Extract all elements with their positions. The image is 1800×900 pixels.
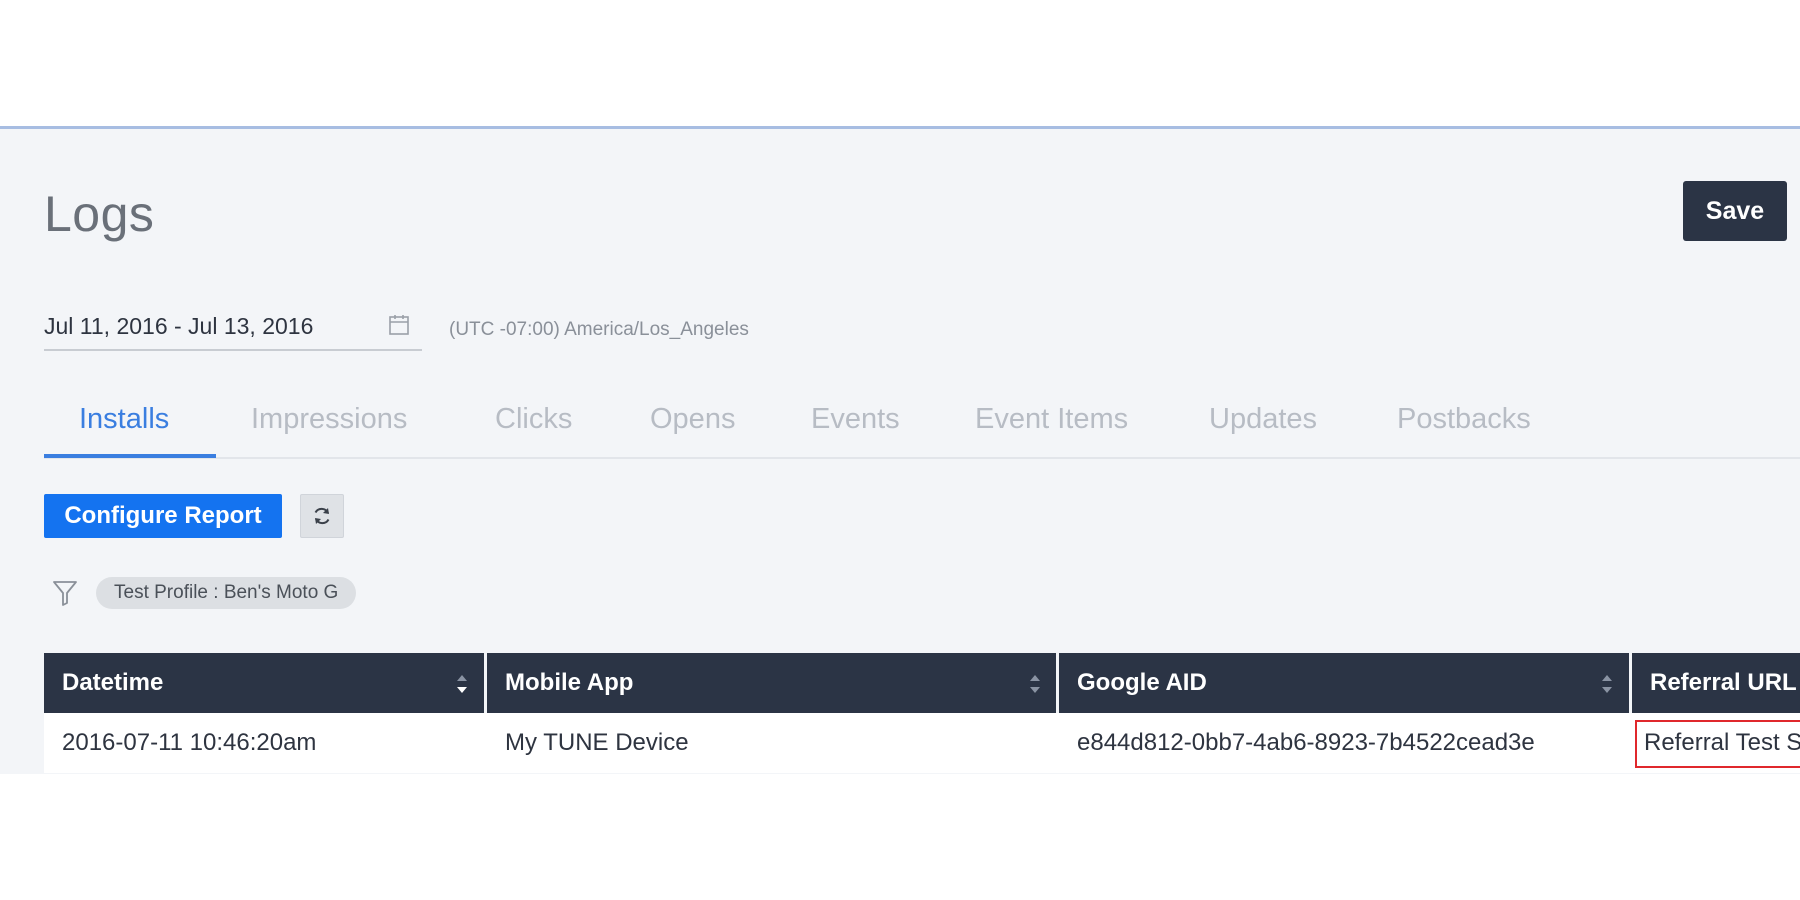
sort-icon	[1602, 675, 1612, 693]
table-header: Datetime Mobile App Google AID Referral …	[44, 653, 1800, 713]
column-header-datetime[interactable]: Datetime	[44, 653, 487, 713]
table-row[interactable]: 2016-07-11 10:46:20am My TUNE Device e84…	[44, 713, 1800, 773]
tab-postbacks[interactable]: Postbacks	[1397, 403, 1531, 436]
top-blank-area	[0, 0, 1800, 128]
column-label: Referral URL	[1650, 669, 1797, 696]
column-header-mobile-app[interactable]: Mobile App	[487, 653, 1059, 713]
date-range-picker[interactable]: Jul 11, 2016 - Jul 13, 2016	[44, 299, 422, 351]
column-label: Datetime	[62, 669, 164, 696]
column-header-referral-url[interactable]: Referral URL	[1632, 653, 1800, 713]
tab-bar: Installs Impressions Clicks Opens Events…	[44, 387, 1800, 459]
sort-icon	[1030, 675, 1040, 693]
timezone-label: (UTC -07:00) America/Los_Angeles	[449, 319, 749, 340]
date-range-text: Jul 11, 2016 - Jul 13, 2016	[44, 313, 314, 339]
column-header-google-aid[interactable]: Google AID	[1059, 653, 1632, 713]
calendar-icon[interactable]	[387, 313, 411, 337]
column-label: Mobile App	[505, 669, 634, 696]
cell-datetime: 2016-07-11 10:46:20am	[62, 729, 317, 756]
tab-clicks[interactable]: Clicks	[495, 403, 572, 436]
tab-events[interactable]: Events	[811, 403, 900, 436]
save-button[interactable]: Save	[1683, 181, 1787, 241]
tab-updates[interactable]: Updates	[1209, 403, 1317, 436]
refresh-icon	[314, 507, 330, 525]
cell-mobile-app: My TUNE Device	[505, 729, 689, 756]
bottom-blank-area	[0, 774, 1800, 900]
tab-event-items[interactable]: Event Items	[975, 403, 1128, 436]
active-tab-indicator	[44, 454, 216, 458]
cell-referral-url[interactable]: Referral Test S	[1644, 713, 1800, 773]
sort-icon	[457, 675, 467, 693]
tab-impressions[interactable]: Impressions	[251, 403, 407, 436]
tab-installs[interactable]: Installs	[79, 403, 169, 436]
column-label: Google AID	[1077, 669, 1207, 696]
logs-panel: Logs Save Jul 11, 2016 - Jul 13, 2016 (U…	[0, 129, 1800, 774]
page-title: Logs	[44, 186, 155, 242]
filter-chip-test-profile[interactable]: Test Profile : Ben's Moto G	[96, 577, 357, 609]
configure-report-button[interactable]: Configure Report	[44, 494, 282, 538]
cell-google-aid: e844d812-0bb7-4ab6-8923-7b4522cead3e	[1077, 729, 1535, 756]
logs-table: Datetime Mobile App Google AID Referral …	[44, 653, 1800, 773]
refresh-button[interactable]	[300, 494, 344, 538]
tab-opens[interactable]: Opens	[650, 403, 735, 436]
filter-icon	[53, 581, 77, 606]
